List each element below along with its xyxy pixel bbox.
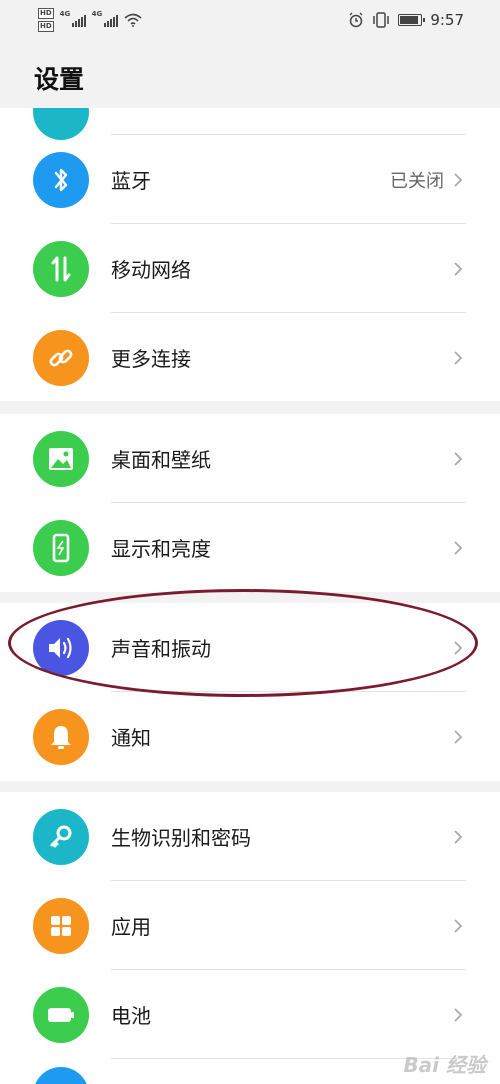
settings-item-label: 蓝牙 (111, 169, 151, 193)
display-icon (33, 519, 89, 576)
hd-indicators: HD HD (38, 8, 54, 32)
chevron-right-icon (454, 172, 463, 187)
settings-group-connectivity: 蓝牙 已关闭 移动网络 更多连接 (0, 108, 500, 401)
settings-item-battery[interactable]: 电池 (0, 970, 500, 1059)
network-type-label: 4G (59, 10, 71, 18)
chevron-right-icon (454, 1007, 463, 1022)
settings-group-sound: 声音和振动 通知 (0, 603, 500, 781)
chevron-right-icon (454, 261, 463, 276)
link-icon (33, 329, 89, 386)
sound-icon (33, 619, 89, 676)
settings-item-notifications[interactable]: 通知 (0, 692, 500, 781)
settings-item-label: 应用 (111, 915, 151, 939)
wallpaper-icon (33, 430, 89, 487)
settings-item-sound[interactable]: 声音和振动 (0, 603, 500, 692)
mobile-data-icon (33, 240, 89, 297)
signal-icon: 4G (91, 10, 118, 27)
settings-group-security: 生物识别和密码 应用 电池 (0, 792, 500, 1084)
settings-item-label: 生物识别和密码 (111, 826, 251, 850)
settings-group-display: 桌面和壁纸 显示和亮度 (0, 414, 500, 592)
settings-item-wallpaper[interactable]: 桌面和壁纸 (0, 414, 500, 503)
settings-item-label: 电池 (111, 1004, 151, 1028)
chevron-right-icon (454, 540, 463, 555)
settings-item-mobile-network[interactable]: 移动网络 (0, 224, 500, 313)
clock-time: 9:57 (430, 11, 464, 29)
chevron-right-icon (454, 350, 463, 365)
settings-item-apps[interactable]: 应用 (0, 881, 500, 970)
hd-badge: HD (38, 8, 54, 19)
settings-item-scrolled[interactable] (0, 108, 500, 140)
settings-item-label: 桌面和壁纸 (111, 448, 211, 472)
settings-item-label: 移动网络 (111, 258, 191, 282)
alarm-icon (349, 12, 363, 28)
battery-icon (33, 986, 89, 1043)
vibrate-icon (373, 12, 390, 28)
apps-grid-icon (33, 897, 89, 954)
settings-item-label: 通知 (111, 726, 151, 750)
settings-item-label: 声音和振动 (111, 637, 211, 661)
page-title: 设置 (34, 65, 85, 94)
settings-item-display[interactable]: 显示和亮度 (0, 503, 500, 592)
watermark-logo: Bai 经验 (403, 1053, 486, 1077)
notification-bell-icon (33, 708, 89, 765)
settings-item-label: 更多连接 (111, 347, 191, 371)
status-left: HD HD 4G 4G (38, 8, 142, 32)
settings-item-biometrics[interactable]: 生物识别和密码 (0, 792, 500, 881)
signal-icon: 4G (59, 10, 86, 27)
network-type-label: 4G (91, 10, 103, 18)
status-bar: HD HD 4G 4G 9:57 (0, 0, 500, 40)
status-right: 9:57 (348, 11, 464, 29)
settings-item-label: 显示和亮度 (111, 537, 211, 561)
battery-status-icon (398, 14, 426, 26)
chevron-right-icon (454, 451, 463, 466)
chevron-right-icon (454, 640, 463, 655)
partial-item-icon (33, 1067, 89, 1084)
chevron-right-icon (454, 729, 463, 744)
wifi-icon (124, 13, 142, 27)
bluetooth-icon (33, 151, 89, 208)
hd-badge: HD (38, 21, 54, 32)
chevron-right-icon (454, 918, 463, 933)
settings-item-more-connections[interactable]: 更多连接 (0, 313, 500, 401)
settings-item-bluetooth[interactable]: 蓝牙 已关闭 (0, 135, 500, 224)
key-icon (33, 808, 89, 865)
bluetooth-status-value: 已关闭 (390, 170, 444, 192)
chevron-right-icon (454, 829, 463, 844)
